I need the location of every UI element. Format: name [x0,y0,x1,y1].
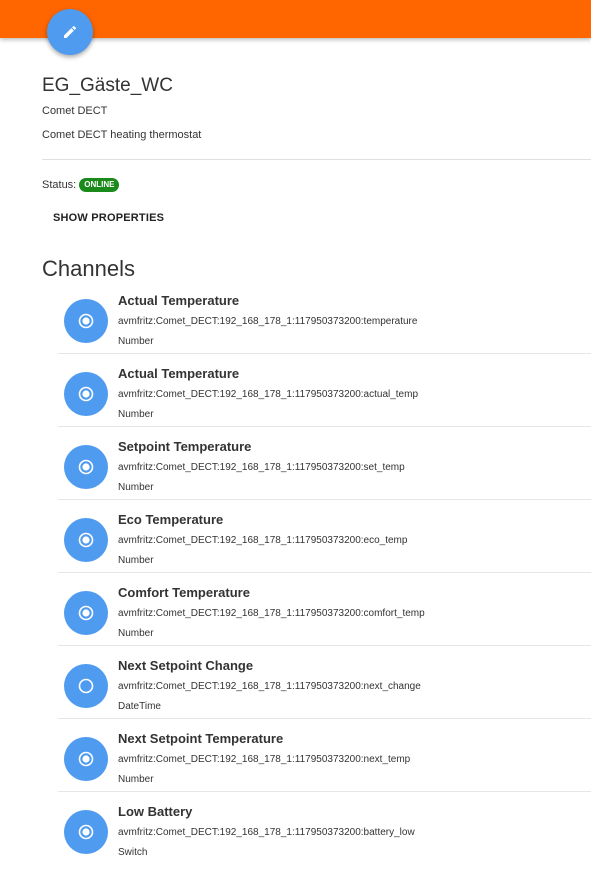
channel-label: Eco Temperature [118,512,224,527]
radio-checked-icon [64,591,108,635]
thing-description: Comet DECT heating thermostat [42,129,202,141]
channel-item-type: Number [118,482,154,493]
channel-item-type: Number [118,628,154,639]
thing-name: EG_Gäste_WC [42,75,173,96]
channel-item-type: Number [118,336,154,347]
pencil-icon [62,24,78,40]
channel-uid: avmfritz:Comet_DECT:192_168_178_1:117950… [118,827,415,838]
divider [42,159,591,160]
channel-uid: avmfritz:Comet_DECT:192_168_178_1:117950… [118,608,425,619]
channel-item[interactable]: Eco Temperature avmfritz:Comet_DECT:192_1… [58,500,591,573]
channel-uid: avmfritz:Comet_DECT:192_168_178_1:117950… [118,535,408,546]
channel-item-type: Number [118,555,154,566]
channel-uid: avmfritz:Comet_DECT:192_168_178_1:117950… [118,681,421,692]
channel-label: Actual Temperature [118,366,240,381]
channel-label: Next Setpoint Change [118,658,254,673]
channel-label: Actual Temperature [118,293,240,308]
edit-button[interactable] [47,9,93,55]
channel-item-type: Number [118,774,154,785]
channel-item-type: Number [118,409,154,420]
channel-item[interactable]: Actual Temperature avmfritz:Comet_DECT:19… [58,281,591,354]
radio-checked-icon [64,299,108,343]
channel-item-type: Switch [118,847,148,858]
channel-uid: avmfritz:Comet_DECT:192_168_178_1:117950… [118,316,418,327]
radio-checked-icon [64,737,108,781]
channel-label: Setpoint Temperature [118,439,252,454]
channel-label: Low Battery [118,804,193,819]
channel-item[interactable]: Setpoint Temperature avmfritz:Comet_DECT:… [58,427,591,500]
channel-item[interactable]: Comfort Temperature avmfritz:Comet_DECT:1… [58,573,591,646]
radio-checked-icon [64,518,108,562]
channel-uid: avmfritz:Comet_DECT:192_168_178_1:117950… [118,389,419,400]
status-label: Status: [42,179,77,191]
status-badge: ONLINE [79,178,120,192]
channel-label: Comfort Temperature [118,585,250,600]
channel-uid: avmfritz:Comet_DECT:192_168_178_1:117950… [118,754,411,765]
channel-item[interactable]: Low Battery avmfritz:Comet_DECT:192_168_1… [58,792,591,864]
channel-uid: avmfritz:Comet_DECT:192_168_178_1:117950… [118,462,405,473]
channels-heading: Channels [42,256,135,281]
channel-label: Next Setpoint Temperature [118,731,284,746]
channel-list: Actual Temperature avmfritz:Comet_DECT:19… [58,281,591,864]
channel-item[interactable]: Next Setpoint Change avmfritz:Comet_DECT:… [58,646,591,719]
thing-type: Comet DECT [42,105,108,117]
radio-unchecked-icon [64,664,108,708]
radio-checked-icon [64,810,108,854]
channel-item-type: DateTime [118,701,161,712]
channel-item[interactable]: Actual Temperature avmfritz:Comet_DECT:19… [58,354,591,427]
radio-checked-icon [64,445,108,489]
channel-item[interactable]: Next Setpoint Temperature avmfritz:Comet_… [58,719,591,792]
radio-checked-icon [64,372,108,416]
status-row: Status: ONLINE [42,178,120,192]
show-properties-button[interactable]: SHOW PROPERTIES [53,212,164,224]
